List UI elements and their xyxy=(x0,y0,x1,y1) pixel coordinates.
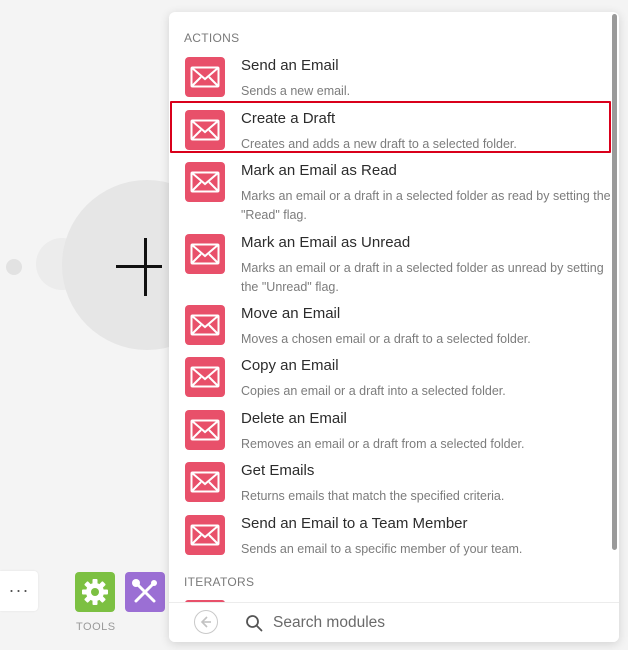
module-item-title: Mark an Email as Unread xyxy=(241,234,411,251)
module-search-bar xyxy=(169,602,619,642)
envelope-icon xyxy=(185,162,225,202)
tools-gear-button[interactable] xyxy=(75,572,115,612)
module-item-description: Moves a chosen email or a draft to a sel… xyxy=(241,332,531,346)
envelope-icon xyxy=(185,462,225,502)
module-item-title: Get Emails xyxy=(241,462,315,479)
module-list[interactable]: ACTIONS Send an Email Sends a new email.… xyxy=(169,12,619,600)
module-item-description: Sends a new email. xyxy=(241,84,351,98)
module-item-title: Delete an Email xyxy=(241,410,347,427)
module-item-title: Send an Email xyxy=(241,57,339,74)
envelope-icon xyxy=(185,305,225,345)
module-item-title: Move an Email xyxy=(241,305,341,322)
module-item-description: Marks an email or a draft in a selected … xyxy=(241,261,604,294)
module-item-description: Marks an email or a draft in a selected … xyxy=(241,189,611,222)
wrench-screwdriver-icon xyxy=(132,579,157,603)
envelope-icon xyxy=(185,57,225,97)
search-modules-input[interactable] xyxy=(273,609,593,637)
arrow-left-icon xyxy=(200,616,211,628)
selected-item-highlight xyxy=(170,101,611,153)
plus-icon[interactable] xyxy=(116,265,162,268)
scrollbar[interactable] xyxy=(612,14,617,550)
envelope-icon xyxy=(185,410,225,450)
section-header-iterators: ITERATORS xyxy=(184,575,255,589)
envelope-icon xyxy=(185,234,225,274)
module-item-description: Copies an email or a draft into a select… xyxy=(241,384,506,398)
gear-icon xyxy=(82,579,108,605)
module-item-title: Mark an Email as Read xyxy=(241,162,397,179)
connector-dot xyxy=(6,259,22,275)
plus-icon-vertical[interactable] xyxy=(144,238,147,296)
module-item-description: Returns emails that match the specified … xyxy=(241,489,505,503)
back-button[interactable] xyxy=(194,610,218,634)
module-item-title: Send an Email to a Team Member xyxy=(241,515,468,532)
section-header-actions: ACTIONS xyxy=(184,31,240,45)
search-icon xyxy=(246,615,263,632)
envelope-icon xyxy=(185,515,225,555)
tools-label: TOOLS xyxy=(76,621,116,633)
module-item-description: Removes an email or a draft from a selec… xyxy=(241,437,525,451)
envelope-icon xyxy=(185,357,225,397)
module-item-description: Sends an email to a specific member of y… xyxy=(241,542,523,556)
module-picker-panel: ACTIONS Send an Email Sends a new email.… xyxy=(169,12,619,642)
tools-wrench-button[interactable] xyxy=(125,572,165,612)
module-item-title: Copy an Email xyxy=(241,357,339,374)
more-options-button[interactable]: ··· xyxy=(0,571,38,611)
